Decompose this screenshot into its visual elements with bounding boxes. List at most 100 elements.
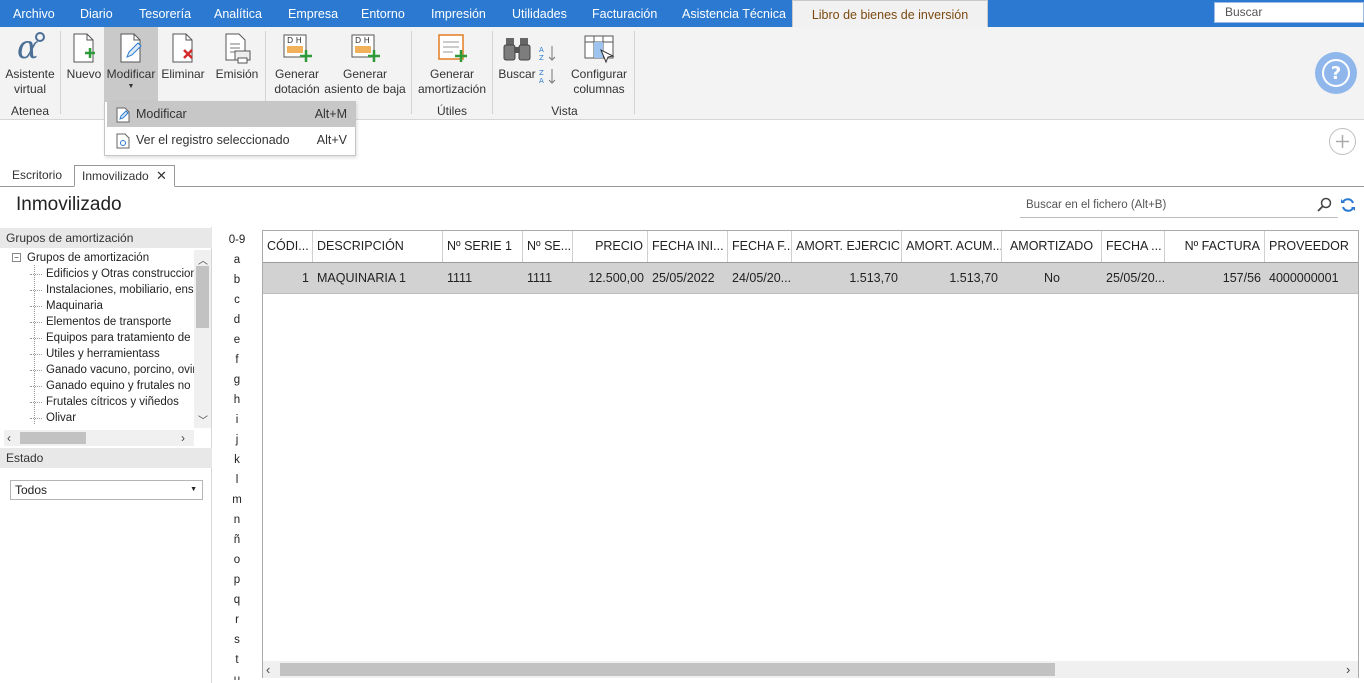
alpha-index-item[interactable]: e — [222, 330, 252, 350]
alpha-index-item[interactable]: 0-9 — [222, 230, 252, 250]
menu-tab-entorno[interactable]: Entorno — [361, 0, 405, 27]
tree-vertical-scrollbar[interactable]: ︿ ﹀ — [194, 250, 211, 428]
menu-tab-asistencia-tecnica[interactable]: Asistencia Técnica — [682, 0, 786, 27]
menu-tab-diario[interactable]: Diario — [80, 0, 113, 27]
asistente-virtual-button[interactable]: α Asistente virtual — [2, 27, 58, 99]
alpha-index-item[interactable]: c — [222, 290, 252, 310]
alpha-index-item[interactable]: d — [222, 310, 252, 330]
new-document-icon — [73, 33, 95, 63]
alpha-index-item[interactable]: m — [222, 490, 252, 510]
alpha-index-item[interactable]: j — [222, 430, 252, 450]
tree-root[interactable]: Grupos de amortización — [27, 250, 149, 266]
menu-tab-archivo[interactable]: Archivo — [13, 0, 55, 27]
alpha-index-item[interactable]: o — [222, 550, 252, 570]
alpha-index-item[interactable]: g — [222, 370, 252, 390]
column-header-fecha-fin[interactable]: FECHA F... — [728, 231, 792, 262]
configurar-columnas-button[interactable]: Configurar columnas — [566, 27, 632, 99]
menu-tab-tesoreria[interactable]: Tesorería — [139, 0, 191, 27]
menu-tab-empresa[interactable]: Empresa — [288, 0, 338, 27]
menu-tab-utilidades[interactable]: Utilidades — [512, 0, 567, 27]
alpha-index-item[interactable]: p — [222, 570, 252, 590]
column-header-factura[interactable]: Nº FACTURA — [1165, 231, 1265, 262]
alpha-index-item[interactable]: r — [222, 610, 252, 630]
add-tab-button[interactable] — [1329, 128, 1356, 155]
grid-horizontal-scrollbar[interactable]: ‹ › — [263, 661, 1358, 678]
alpha-index-item[interactable]: q — [222, 590, 252, 610]
tree-item[interactable]: Elementos de transporte — [46, 314, 196, 330]
search-icon[interactable] — [1317, 197, 1333, 218]
buscar-button[interactable]: Buscar — [497, 27, 537, 99]
menu-tab-impresion[interactable]: Impresión — [431, 0, 486, 27]
print-document-icon — [225, 33, 251, 64]
scroll-thumb[interactable] — [196, 266, 209, 328]
tree-item[interactable]: Maquinaria — [46, 298, 196, 314]
column-header-amort-ejercicio[interactable]: AMORT. EJERCICIO — [792, 231, 902, 262]
alpha-index-item[interactable]: t — [222, 650, 252, 670]
tree-item[interactable]: Ganado vacuno, porcino, ovino y caprino — [46, 362, 196, 378]
nuevo-button[interactable]: Nuevo — [66, 27, 102, 99]
alpha-index-item[interactable]: h — [222, 390, 252, 410]
chevron-right-icon[interactable]: › — [181, 430, 185, 446]
scroll-thumb[interactable] — [20, 432, 86, 444]
column-header-descripcion[interactable]: DESCRIPCIÓN — [313, 231, 443, 262]
refresh-icon[interactable] — [1340, 197, 1356, 218]
tree-item[interactable]: Olivar — [46, 410, 196, 426]
column-header-fecha-inicio[interactable]: FECHA INI... — [648, 231, 728, 262]
alpha-index-item[interactable]: u — [222, 670, 252, 680]
dropdown-item-modificar[interactable]: Modificar Alt+M — [107, 102, 355, 127]
alpha-index-item[interactable]: f — [222, 350, 252, 370]
generar-dotacion-button[interactable]: D H Generar dotación — [270, 27, 324, 99]
eliminar-button[interactable]: Eliminar — [160, 27, 206, 99]
chevron-right-icon[interactable]: › — [1346, 661, 1350, 678]
alpha-index-item[interactable]: s — [222, 630, 252, 650]
column-header-amortizado[interactable]: AMORTIZADO — [1002, 231, 1102, 262]
estado-select[interactable]: Todos ▼ — [10, 480, 203, 500]
alpha-index-item[interactable]: a — [222, 250, 252, 270]
alpha-index-item[interactable]: l — [222, 470, 252, 490]
file-search-input[interactable]: Buscar en el fichero (Alt+B) — [1020, 195, 1338, 218]
tab-inmovilizado[interactable]: Inmovilizado ✕ — [74, 165, 175, 187]
alpha-index-item[interactable]: i — [222, 410, 252, 430]
tree-horizontal-scrollbar[interactable]: ‹ › — [4, 430, 194, 446]
top-search-input[interactable]: Buscar — [1214, 2, 1364, 23]
chevron-left-icon[interactable]: ‹ — [7, 430, 11, 446]
menu-tab-analitica[interactable]: Analítica — [214, 0, 262, 27]
generar-dotacion-label: Generar dotación — [274, 67, 320, 96]
chevron-left-icon[interactable]: ‹ — [266, 661, 270, 678]
generar-amortizacion-button[interactable]: Generar amortización — [416, 27, 488, 99]
column-header-amort-acumulada[interactable]: AMORT. ACUM... — [902, 231, 1002, 262]
modificar-button[interactable]: Modificar ▼ — [104, 27, 158, 101]
alpha-index-item[interactable]: n — [222, 510, 252, 530]
chevron-down-icon[interactable]: ﹀ — [198, 412, 208, 427]
tree-collapse-icon[interactable]: − — [12, 253, 21, 262]
alpha-index-item[interactable]: ñ — [222, 530, 252, 550]
tree-item[interactable]: Instalaciones, mobiliario, enseres — [46, 282, 196, 298]
column-header-serie-2[interactable]: Nº SE... — [523, 231, 573, 262]
column-header-serie-1[interactable]: Nº SERIE 1 — [443, 231, 523, 262]
help-button[interactable]: ? — [1315, 52, 1357, 94]
menu-tab-libro-bienes-inversion[interactable]: Libro de bienes de inversión — [792, 0, 988, 27]
table-row[interactable]: 1 MAQUINARIA 1 1111 1111 12.500,00 25/05… — [263, 263, 1358, 294]
dropdown-item-ver-registro[interactable]: Ver el registro seleccionado Alt+V — [107, 128, 355, 153]
generar-asiento-baja-button[interactable]: D H Generar asiento de baja — [324, 27, 406, 99]
close-icon[interactable]: ✕ — [156, 168, 167, 183]
tree-item[interactable]: Utiles y herramientass — [46, 346, 196, 362]
tree-item[interactable]: Ganado equino y frutales no cítricos — [46, 378, 196, 394]
tab-escritorio[interactable]: Escritorio — [12, 165, 62, 187]
column-header-proveedor[interactable]: PROVEEDOR — [1265, 231, 1358, 262]
alpha-index-item[interactable]: k — [222, 450, 252, 470]
tree-item[interactable]: Edificios y Otras construcciones — [46, 266, 196, 282]
column-header-codigo[interactable]: CÓDI... — [263, 231, 313, 262]
sort-descending-icon[interactable]: ZA — [538, 67, 558, 85]
column-header-fecha[interactable]: FECHA ... — [1102, 231, 1165, 262]
column-header-precio[interactable]: PRECIO — [573, 231, 648, 262]
chevron-up-icon[interactable]: ︿ — [198, 252, 208, 267]
scroll-thumb[interactable] — [280, 663, 1055, 676]
tree-line — [30, 370, 42, 371]
alpha-index-item[interactable]: b — [222, 270, 252, 290]
sort-ascending-icon[interactable]: AZ — [538, 44, 558, 62]
menu-tab-facturacion[interactable]: Facturación — [592, 0, 657, 27]
tree-item[interactable]: Equipos para tratamiento de la informaci… — [46, 330, 196, 346]
tree-item[interactable]: Frutales cítricos y viñedos — [46, 394, 196, 410]
emision-button[interactable]: Emisión — [214, 27, 260, 99]
